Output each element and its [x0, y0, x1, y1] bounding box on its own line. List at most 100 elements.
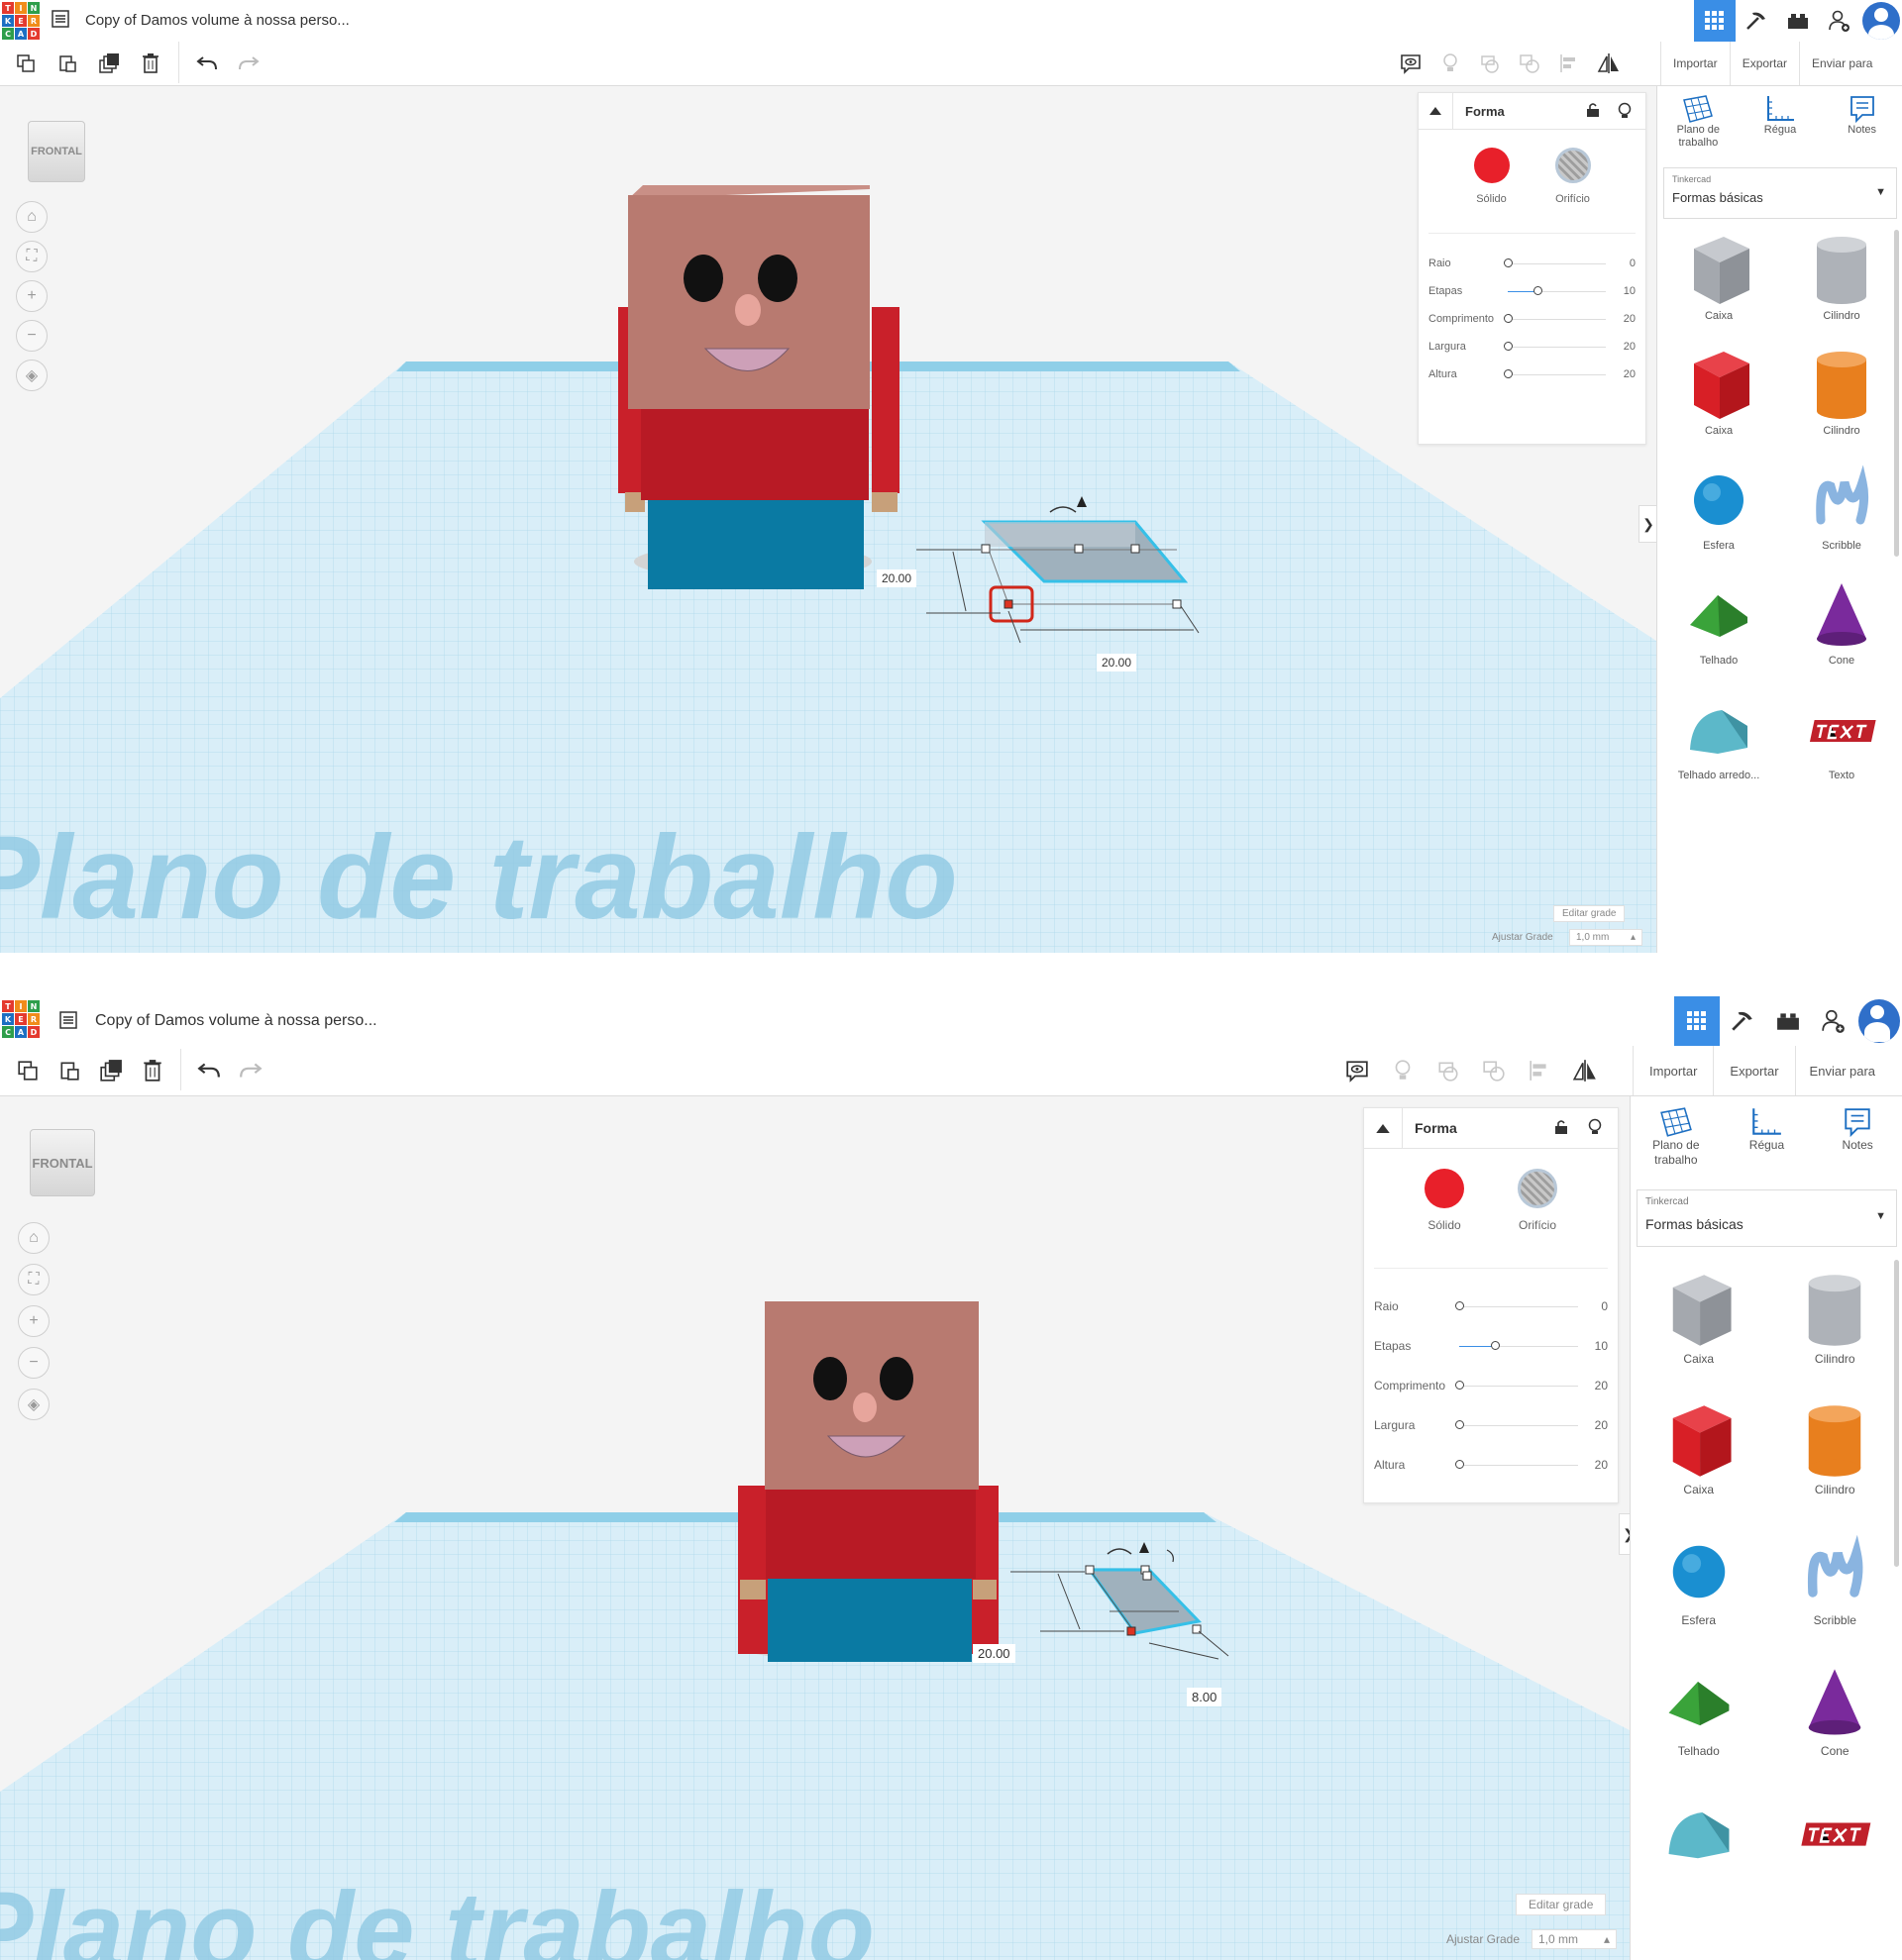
collapse-library-button[interactable]: ❯ — [1638, 505, 1657, 543]
param-slider[interactable] — [1504, 368, 1606, 378]
shape-cone[interactable]: Cone — [1780, 575, 1902, 667]
shape-box-gray[interactable]: Caixa — [1631, 1269, 1767, 1366]
import-button[interactable]: Importar — [1633, 1046, 1713, 1095]
shape-cylinder-orange[interactable]: Cilindro — [1767, 1399, 1902, 1496]
shape-round-roof[interactable]: Telhado arredo... — [1657, 690, 1780, 781]
library-category-select[interactable]: Tinkercad Formas básicas ▼ — [1663, 167, 1897, 219]
shape-box-red[interactable]: Caixa — [1657, 346, 1780, 437]
library-scrollbar[interactable] — [1894, 1260, 1899, 1567]
height-dimension[interactable]: 20.00 — [877, 569, 917, 587]
ruler-tool[interactable]: Régua — [1727, 1106, 1806, 1176]
workplane-canvas[interactable]: Plano de trabalho — [0, 86, 1656, 953]
param-value[interactable]: 10 — [1614, 285, 1636, 297]
design-list-icon[interactable] — [59, 1011, 77, 1029]
shape-cylinder-orange[interactable]: Cilindro — [1780, 346, 1902, 437]
orthographic-button[interactable]: ◈ — [18, 1389, 50, 1420]
shape-box-gray[interactable]: Caixa — [1657, 231, 1780, 322]
import-button[interactable]: Importar — [1660, 42, 1730, 85]
notes-visibility-button[interactable] — [1393, 50, 1428, 77]
width-dimension[interactable]: 20.00 — [1097, 654, 1137, 671]
design-list-icon[interactable] — [52, 10, 69, 28]
param-value[interactable]: 20 — [1586, 1418, 1608, 1432]
align-button[interactable] — [1551, 50, 1587, 77]
document-title[interactable]: Copy of Damos volume à nossa perso... — [95, 1012, 377, 1030]
param-slider[interactable] — [1455, 1300, 1578, 1310]
zoom-out-button[interactable]: − — [16, 320, 48, 352]
param-value[interactable]: 20 — [1586, 1458, 1608, 1472]
shape-sphere[interactable]: Esfera — [1631, 1530, 1767, 1627]
profile-button[interactable] — [1860, 0, 1902, 42]
paste-button[interactable] — [50, 50, 85, 77]
notes-visibility-button[interactable] — [1339, 1057, 1375, 1084]
param-row[interactable]: Raio 0 — [1419, 250, 1645, 277]
bricks-button[interactable] — [1765, 996, 1811, 1046]
bricks-button[interactable] — [1777, 0, 1819, 42]
param-slider[interactable] — [1504, 341, 1606, 351]
solid-option[interactable]: Sólido — [1425, 1169, 1464, 1268]
view-cube[interactable]: FRONTAL — [30, 1129, 95, 1196]
character-model[interactable] — [618, 185, 899, 589]
light-button[interactable] — [1432, 50, 1468, 77]
3d-view-button[interactable] — [1694, 0, 1736, 42]
resize-handle[interactable] — [1130, 544, 1140, 554]
param-row[interactable]: Raio 0 — [1364, 1287, 1618, 1326]
zoom-in-button[interactable]: + — [18, 1305, 50, 1337]
param-slider[interactable] — [1455, 1380, 1578, 1390]
shape-text[interactable] — [1767, 1792, 1902, 1875]
param-slider[interactable] — [1459, 1340, 1578, 1350]
resize-handle[interactable] — [1085, 1565, 1095, 1575]
solid-option[interactable]: Sólido — [1473, 148, 1510, 233]
height-dimension[interactable]: 20.00 — [973, 1644, 1015, 1663]
document-title[interactable]: Copy of Damos volume à nossa perso... — [85, 12, 350, 29]
corner-handle[interactable] — [1004, 599, 1013, 609]
param-row[interactable]: Comprimento 20 — [1419, 305, 1645, 333]
library-scrollbar[interactable] — [1894, 230, 1899, 557]
snap-grid-select[interactable]: 1,0 mm ▴ — [1569, 929, 1642, 946]
param-row[interactable]: Altura 20 — [1419, 361, 1645, 388]
library-category-select[interactable]: Tinkercad Formas básicas ▼ — [1637, 1189, 1897, 1247]
param-value[interactable]: 0 — [1586, 1299, 1608, 1313]
notes-tool[interactable]: Notes — [1818, 1106, 1897, 1176]
shape-round-roof[interactable] — [1631, 1792, 1767, 1875]
collapse-inspector-button[interactable] — [1419, 93, 1453, 129]
hole-option[interactable]: Orifício — [1554, 148, 1591, 233]
redo-button[interactable] — [233, 1057, 268, 1084]
home-view-button[interactable]: ⌂ — [16, 201, 48, 233]
edit-grid-button[interactable]: Editar grade — [1553, 905, 1626, 922]
shape-roof[interactable]: Telhado — [1657, 575, 1780, 667]
param-slider[interactable] — [1455, 1419, 1578, 1429]
param-row[interactable]: Etapas 10 — [1419, 277, 1645, 305]
resize-handle[interactable] — [1074, 544, 1084, 554]
fit-view-button[interactable]: ⛶ — [16, 241, 48, 272]
param-value[interactable]: 20 — [1614, 368, 1636, 380]
export-button[interactable]: Exportar — [1713, 1046, 1794, 1095]
mirror-button[interactable] — [1567, 1057, 1603, 1084]
corner-handle[interactable] — [1126, 1626, 1136, 1636]
shape-scribble[interactable]: Scribble — [1780, 461, 1902, 552]
ruler-tool[interactable]: Régua — [1741, 94, 1820, 157]
shape-box-red[interactable]: Caixa — [1631, 1399, 1767, 1496]
copy-button[interactable] — [10, 1057, 46, 1084]
delete-button[interactable] — [135, 1057, 170, 1084]
character-model[interactable] — [738, 1301, 999, 1662]
param-row[interactable]: Largura 20 — [1419, 333, 1645, 361]
resize-handle[interactable] — [1172, 599, 1182, 609]
profile-button[interactable] — [1856, 996, 1902, 1046]
param-value[interactable]: 20 — [1614, 341, 1636, 353]
undo-button[interactable] — [189, 50, 225, 77]
snap-grid-select[interactable]: 1,0 mm ▴ — [1532, 1929, 1617, 1949]
home-view-button[interactable]: ⌂ — [18, 1222, 50, 1254]
shape-scribble[interactable]: Scribble — [1767, 1530, 1902, 1627]
lock-icon[interactable] — [1554, 1119, 1568, 1135]
light-button[interactable] — [1385, 1057, 1421, 1084]
collapse-inspector-button[interactable] — [1364, 1108, 1403, 1148]
tinkercad-logo[interactable]: T I N K E R C A D — [2, 2, 40, 40]
shape-sphere[interactable]: Esfera — [1657, 461, 1780, 552]
workplane-tool[interactable]: Plano de trabalho — [1658, 94, 1738, 157]
ungroup-button[interactable] — [1476, 1057, 1512, 1084]
hole-option[interactable]: Orifício — [1518, 1169, 1557, 1268]
workplane-tool[interactable]: Plano de trabalho — [1637, 1106, 1716, 1176]
delete-button[interactable] — [133, 50, 168, 77]
blocks-button[interactable] — [1736, 0, 1777, 42]
orthographic-button[interactable]: ◈ — [16, 360, 48, 391]
